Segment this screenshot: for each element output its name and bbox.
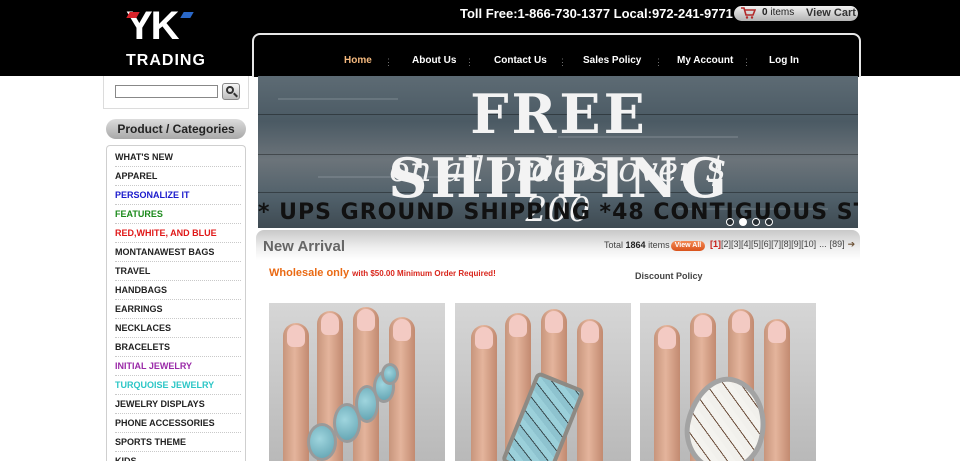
discount-policy-link[interactable]: Discount Policy <box>635 271 703 281</box>
category-item[interactable]: FEATURES <box>115 205 241 224</box>
finger <box>764 319 790 461</box>
cart-count: 0 items <box>762 7 795 18</box>
phone-numbers: Toll Free:1-866-730-1377 Local:972-241-9… <box>460 6 733 21</box>
minimum-order-text: with $50.00 Minimum Order Required! <box>352 269 496 278</box>
nav-separator: ⋮ <box>558 57 567 67</box>
nail <box>694 315 712 337</box>
nail <box>545 311 563 333</box>
logo-word: TRADING <box>126 52 206 69</box>
page-ellipsis: ... <box>819 239 827 249</box>
wholesale-notice: Wholesale only with $50.00 Minimum Order… <box>269 267 496 279</box>
nail <box>287 325 305 347</box>
categories-heading: Product / Categories <box>106 119 246 139</box>
category-item[interactable]: PHONE ACCESSORIES <box>115 414 241 433</box>
logo-letters: YK <box>126 4 180 48</box>
pagination: [1][2][3][4][5][6][7][8][9][10]... [89] ➔ <box>710 239 855 250</box>
site-logo[interactable]: YK TRADING <box>120 4 216 70</box>
product-card[interactable] <box>640 303 816 461</box>
new-arrival-bar: New Arrival Total 1864 items View All [1… <box>256 230 860 260</box>
nav-separator: ⋮ <box>465 57 474 67</box>
page-link[interactable]: [5] <box>751 239 761 249</box>
product-card[interactable] <box>269 303 445 461</box>
category-item[interactable]: SPORTS THEME <box>115 433 241 452</box>
nav-sales-policy[interactable]: Sales Policy <box>583 55 641 66</box>
page-link[interactable]: [1] <box>710 239 721 249</box>
nav-log-in[interactable]: Log In <box>769 55 799 66</box>
nail <box>321 313 339 335</box>
nav-separator: ⋮ <box>742 57 751 67</box>
magnifier-handle <box>233 92 238 98</box>
page-link[interactable]: [6] <box>761 239 771 249</box>
page-link[interactable]: [2] <box>721 239 731 249</box>
page-link[interactable]: [10] <box>801 239 816 249</box>
finger <box>471 325 497 461</box>
total-items: Total 1864 items <box>604 240 670 250</box>
nail <box>357 309 375 331</box>
category-item[interactable]: TURQUOISE JEWELRY <box>115 376 241 395</box>
nav-separator: ⋮ <box>654 57 663 67</box>
category-item[interactable]: BRACELETS <box>115 338 241 357</box>
finger <box>654 325 680 461</box>
category-item[interactable]: APPAREL <box>115 167 241 186</box>
shopping-cart-icon <box>740 7 757 22</box>
category-item[interactable]: INITIAL JEWELRY <box>115 357 241 376</box>
finger <box>283 323 309 461</box>
search-button[interactable] <box>222 83 240 100</box>
page-link[interactable]: [7] <box>771 239 781 249</box>
nav-about-us[interactable]: About Us <box>412 55 456 66</box>
category-item[interactable]: MONTANAWEST BAGS <box>115 243 241 262</box>
page-link[interactable]: [9] <box>791 239 801 249</box>
page-link[interactable]: [4] <box>741 239 751 249</box>
nail <box>509 315 527 337</box>
nav-separator: ⋮ <box>384 57 393 67</box>
arrow-right-icon[interactable]: ➔ <box>848 239 856 249</box>
main-nav: Home About Us Contact Us Sales Policy My Acc… <box>252 33 861 77</box>
category-list: WHAT'S NEW APPAREL PERSONALIZE IT FEATURES R… <box>106 145 246 461</box>
nail <box>658 327 676 349</box>
nav-home[interactable]: Home <box>344 55 372 66</box>
slide-dot[interactable] <box>739 218 747 226</box>
nail <box>768 321 786 343</box>
store-page: YK TRADING Toll Free:1-866-730-1377 Loca… <box>0 0 960 461</box>
cart-widget[interactable]: 0 items View Cart <box>734 6 858 21</box>
slide-dot[interactable] <box>765 218 773 226</box>
category-item[interactable]: PERSONALIZE IT <box>115 186 241 205</box>
search-panel <box>103 76 249 109</box>
category-item[interactable]: EARRINGS <box>115 300 241 319</box>
category-item[interactable]: WHAT'S NEW <box>115 148 241 167</box>
category-item[interactable]: NECKLACES <box>115 319 241 338</box>
turquoise-stone <box>307 423 337 461</box>
nail <box>475 327 493 349</box>
category-item[interactable]: JEWELRY DISPLAYS <box>115 395 241 414</box>
product-card[interactable] <box>455 303 631 461</box>
promo-banner[interactable]: FREE SHIPPING on all orders over $ 200 *… <box>258 76 858 228</box>
nav-my-account[interactable]: My Account <box>677 55 733 66</box>
category-item[interactable]: TRAVEL <box>115 262 241 281</box>
section-title: New Arrival <box>263 238 345 255</box>
view-cart-link[interactable]: View Cart <box>806 7 856 19</box>
logo-blue-accent <box>180 12 194 18</box>
page-link[interactable]: [3] <box>731 239 741 249</box>
page-link[interactable]: [8] <box>781 239 791 249</box>
nail <box>393 319 411 341</box>
nav-contact-us[interactable]: Contact Us <box>494 55 547 66</box>
view-all-button[interactable]: View All <box>671 241 705 251</box>
category-item[interactable]: HANDBAGS <box>115 281 241 300</box>
wholesale-label: Wholesale only <box>269 267 350 279</box>
page-link-last[interactable]: [89] <box>830 239 845 249</box>
category-item[interactable]: RED,WHITE, AND BLUE <box>115 224 241 243</box>
turquoise-stone <box>381 363 399 385</box>
category-item[interactable]: KIDS <box>115 452 241 461</box>
nail <box>581 321 599 343</box>
slide-dot[interactable] <box>726 218 734 226</box>
search-input[interactable] <box>115 85 218 98</box>
slide-dot[interactable] <box>752 218 760 226</box>
nail <box>732 311 750 333</box>
